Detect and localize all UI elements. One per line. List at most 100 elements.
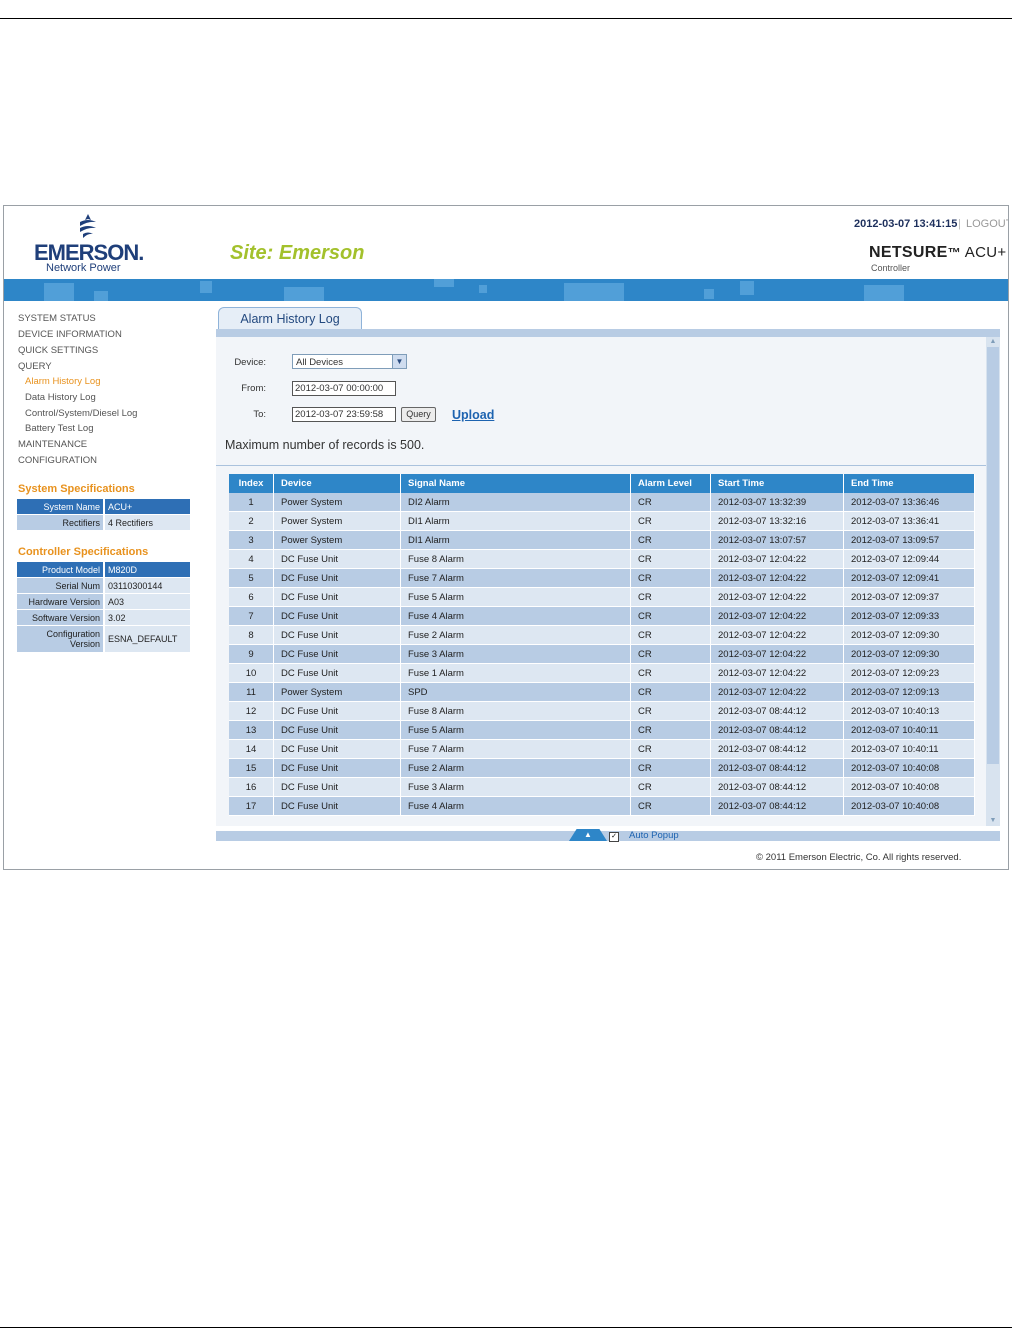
cell-end-time: 2012-03-07 12:09:30 [843,644,975,664]
column-header-signal-name[interactable]: Signal Name [400,474,631,493]
column-header-end-time[interactable]: End Time [843,474,975,493]
cell-index: 5 [229,568,274,588]
column-header-start-time[interactable]: Start Time [710,474,844,493]
table-row[interactable]: 13 DC Fuse Unit Fuse 5 Alarm CR 2012-03-07 0… [229,720,975,740]
table-row[interactable]: 17 DC Fuse Unit Fuse 4 Alarm CR 2012-03-07 0… [229,796,975,816]
table-row[interactable]: 15 DC Fuse Unit Fuse 2 Alarm CR 2012-03-07 0… [229,758,975,778]
spec-key: Software Version [17,609,105,626]
cell-index: 11 [229,682,274,702]
table-row[interactable]: 11 Power System SPD CR 2012-03-07 12:04:22 20… [229,682,975,702]
column-header-alarm-level[interactable]: Alarm Level [630,474,711,493]
device-select[interactable]: All Devices ▼ [292,354,407,369]
cell-start-time: 2012-03-07 08:44:12 [710,777,844,797]
cell-end-time: 2012-03-07 10:40:13 [843,701,975,721]
max-records-note: Maximum number of records is 500. [225,438,425,452]
cell-device: DC Fuse Unit [273,796,401,816]
cell-start-time: 2012-03-07 12:04:22 [710,587,844,607]
cell-index: 4 [229,549,274,569]
auto-popup-label[interactable]: Auto Popup [629,830,679,841]
table-row[interactable]: 16 DC Fuse Unit Fuse 3 Alarm CR 2012-03-07 0… [229,777,975,797]
cell-end-time: 2012-03-07 12:09:30 [843,625,975,645]
cell-signal-name: Fuse 8 Alarm [400,701,631,721]
table-row[interactable]: 8 DC Fuse Unit Fuse 2 Alarm CR 2012-03-07 12… [229,625,975,645]
cell-device: Power System [273,511,401,531]
scrollbar-thumb[interactable] [987,347,999,764]
cell-alarm-level: CR [630,606,711,626]
nav-data-history-log[interactable]: Data History Log [25,392,96,403]
table-row[interactable]: 5 DC Fuse Unit Fuse 7 Alarm CR 2012-03-07 12… [229,568,975,588]
cell-alarm-level: CR [630,644,711,664]
nav-device-information[interactable]: DEVICE INFORMATION [18,329,122,340]
column-header-device[interactable]: Device [273,474,401,493]
chevron-down-icon[interactable]: ▼ [392,355,406,368]
cell-signal-name: Fuse 2 Alarm [400,625,631,645]
cell-device: Power System [273,682,401,702]
cell-index: 15 [229,758,274,778]
cell-index: 16 [229,777,274,797]
query-button[interactable]: Query [401,407,436,422]
auto-popup-checkbox[interactable]: ✓ [609,832,619,842]
table-row[interactable]: 10 DC Fuse Unit Fuse 1 Alarm CR 2012-03-07 1… [229,663,975,683]
nav-control-system-diesel-log[interactable]: Control/System/Diesel Log [25,408,137,419]
table-row[interactable]: 2 Power System DI1 Alarm CR 2012-03-07 13:32… [229,511,975,531]
spec-row: Software Version 3.02 [17,609,190,626]
table-row[interactable]: 7 DC Fuse Unit Fuse 4 Alarm CR 2012-03-07 12… [229,606,975,626]
tab-alarm-history-log[interactable]: Alarm History Log [218,307,362,331]
system-specifications-table: System Name ACU+ Rectifiers 4 Rectifiers [17,499,190,531]
nav-alarm-history-log[interactable]: Alarm History Log [25,376,101,387]
cell-start-time: 2012-03-07 08:44:12 [710,701,844,721]
cell-end-time: 2012-03-07 12:09:41 [843,568,975,588]
to-datetime-input[interactable]: 2012-03-07 23:59:58 [292,407,396,422]
table-row[interactable]: 3 Power System DI1 Alarm CR 2012-03-07 13:07… [229,530,975,550]
cell-end-time: 2012-03-07 12:09:37 [843,587,975,607]
nav-battery-test-log[interactable]: Battery Test Log [25,423,93,434]
cell-device: DC Fuse Unit [273,758,401,778]
copyright-text: © 2011 Emerson Electric, Co. All rights … [756,852,962,863]
popup-bar [216,831,1000,841]
nav-query[interactable]: QUERY [18,361,52,372]
nav-maintenance[interactable]: MAINTENANCE [18,439,87,450]
table-scrollbar[interactable]: ▲ ▼ [986,337,1000,826]
cell-device: DC Fuse Unit [273,720,401,740]
logout-link[interactable]: LOGOUT [966,218,1008,230]
spec-value: 4 Rectifiers [104,514,190,531]
nav-system-status[interactable]: SYSTEM STATUS [18,313,96,324]
cell-signal-name: Fuse 7 Alarm [400,568,631,588]
spec-key: System Name [17,499,105,515]
cell-end-time: 2012-03-07 10:40:08 [843,777,975,797]
cell-signal-name: Fuse 3 Alarm [400,644,631,664]
table-row[interactable]: 12 DC Fuse Unit Fuse 8 Alarm CR 2012-03-07 0… [229,701,975,721]
cell-index: 6 [229,587,274,607]
cell-end-time: 2012-03-07 12:09:13 [843,682,975,702]
nav-configuration[interactable]: CONFIGURATION [18,455,97,466]
scroll-up-icon[interactable]: ▲ [986,337,1000,347]
spec-row: Serial Num 03110300144 [17,577,190,594]
from-datetime-input[interactable]: 2012-03-07 00:00:00 [292,381,396,396]
alarm-table-container: Index Device Signal Name Alarm Level Sta… [216,466,986,826]
cell-device: Power System [273,530,401,550]
cell-signal-name: Fuse 3 Alarm [400,777,631,797]
upload-link[interactable]: Upload [452,408,494,422]
table-row[interactable]: 4 DC Fuse Unit Fuse 8 Alarm CR 2012-03-07 12… [229,549,975,569]
table-row[interactable]: 1 Power System DI2 Alarm CR 2012-03-07 13:32… [229,493,975,512]
cell-device: DC Fuse Unit [273,587,401,607]
spec-key: Serial Num [17,577,105,594]
cell-signal-name: DI2 Alarm [400,493,631,512]
nav-quick-settings[interactable]: QUICK SETTINGS [18,345,98,356]
cell-start-time: 2012-03-07 12:04:22 [710,644,844,664]
column-header-index[interactable]: Index [229,474,274,493]
cell-alarm-level: CR [630,682,711,702]
cell-index: 9 [229,644,274,664]
table-row[interactable]: 9 DC Fuse Unit Fuse 3 Alarm CR 2012-03-07 12… [229,644,975,664]
cell-alarm-level: CR [630,568,711,588]
cell-signal-name: SPD [400,682,631,702]
scroll-down-icon[interactable]: ▼ [986,816,1000,826]
cell-alarm-level: CR [630,625,711,645]
table-row[interactable]: 14 DC Fuse Unit Fuse 7 Alarm CR 2012-03-07 0… [229,739,975,759]
cell-end-time: 2012-03-07 10:40:08 [843,796,975,816]
spec-row: Hardware Version A03 [17,593,190,610]
cell-start-time: 2012-03-07 12:04:22 [710,549,844,569]
spec-value: 03110300144 [104,577,190,594]
cell-signal-name: DI1 Alarm [400,530,631,550]
table-row[interactable]: 6 DC Fuse Unit Fuse 5 Alarm CR 2012-03-07 12… [229,587,975,607]
